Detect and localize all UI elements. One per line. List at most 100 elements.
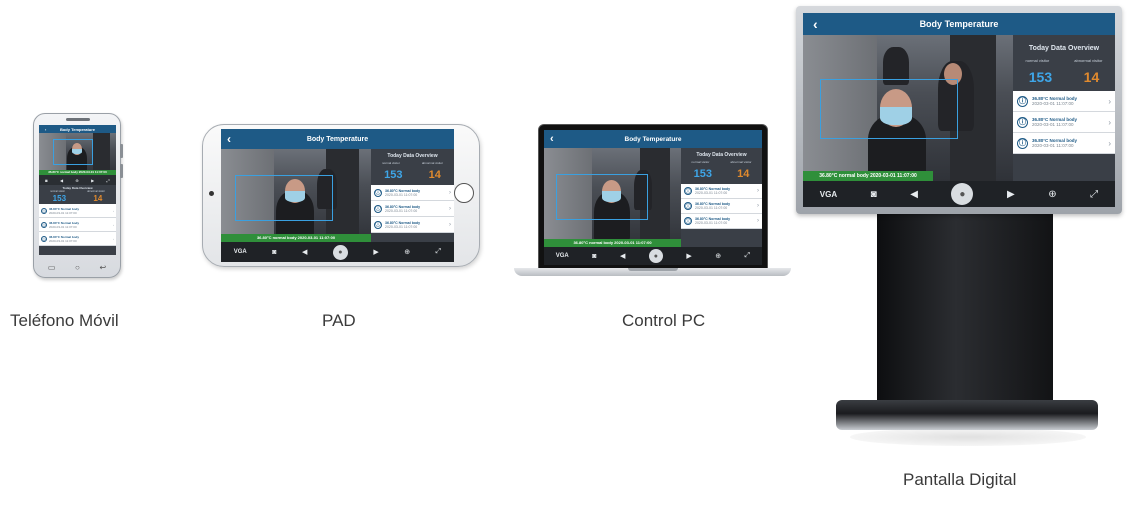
record-time: 2020-03-01 11:07:00 — [695, 206, 728, 210]
camera-icon[interactable]: ◙ — [871, 189, 877, 200]
overview-title: Today Data Overview — [1028, 45, 1100, 52]
app-title: Body Temperature — [919, 19, 999, 29]
thermometer-icon: ⓘ — [41, 207, 47, 214]
digital-display-device: ‹ Body Temperature 36.80°C normal body 2… — [796, 6, 1122, 214]
thermometer-icon: ⓘ — [374, 220, 382, 229]
record-time: 2020-03-01 11:07:00 — [695, 221, 728, 225]
record-time: 2020-03-01 11:07:00 — [49, 224, 77, 229]
face-detection-box — [235, 175, 333, 221]
record-item[interactable]: ⓘ 36.80°C Normal body 2020-03-01 11:07:00… — [681, 184, 762, 199]
record-item[interactable]: ⓘ 36.80°C Normal body 2020-03-01 11:07:00… — [39, 218, 116, 232]
record-time: 2020-03-01 11:07:00 — [385, 208, 418, 213]
pc-caption: Control PC — [622, 311, 706, 330]
record-time: 2020-03-01 11:07:00 — [1032, 101, 1074, 106]
phone-side-button — [120, 144, 123, 158]
fullscreen-icon[interactable]: ⤢ — [436, 248, 442, 256]
chevron-right-icon: › — [757, 218, 759, 224]
record-item[interactable]: ⓘ 36.80°C Normal body 2020-03-01 11:07:00… — [371, 201, 454, 217]
kiosk-base — [836, 400, 1098, 430]
control-toolbar: VGA ◙ ◀ ● ▶ ⊕ ⤢ — [221, 242, 454, 262]
record-item[interactable]: ⓘ 36.80°C Normal body 2020-03-01 11:07:00… — [1013, 133, 1115, 154]
zoom-icon[interactable]: ⊕ — [1048, 189, 1056, 200]
tablet-camera — [209, 191, 214, 196]
record-time: 2020-03-01 11:07:00 — [385, 192, 418, 197]
record-item[interactable]: ⓘ 36.80°C Normal body 2020-03-01 11:07:00… — [39, 232, 116, 246]
fullscreen-icon[interactable]: ⤢ — [745, 252, 751, 260]
capture-stamp: 36.80°C normal body 2020-03-01 11:07:00 — [803, 171, 933, 181]
microphone-icon[interactable]: ● — [648, 249, 663, 263]
home-icon[interactable]: ○ — [75, 263, 80, 272]
record-item[interactable]: ⓘ 36.80°C Normal body 2020-03-01 11:07:00… — [681, 199, 762, 214]
chevron-left-icon[interactable]: ‹ — [550, 133, 554, 145]
tablet-home-button — [454, 183, 474, 203]
camera-icon[interactable]: ◙ — [272, 249, 276, 256]
camera-feed: 36.80°C normal body 2020-03-01 11:07:00 — [221, 149, 371, 242]
record-time: 2020-03-01 11:07:00 — [49, 238, 77, 243]
record-item[interactable]: ⓘ 36.80°C Normal body 2020-03-01 11:07:00… — [1013, 112, 1115, 133]
vga-button[interactable]: VGA — [234, 249, 247, 255]
thermometer-icon: ⓘ — [374, 204, 382, 213]
record-item[interactable]: ⓘ 36.80°C Normal body 2020-03-01 11:07:00… — [371, 185, 454, 201]
thermometer-icon: ⓘ — [374, 188, 382, 197]
chevron-right-icon: › — [757, 203, 759, 209]
chevron-left-icon[interactable]: ‹ — [45, 127, 46, 132]
microphone-icon[interactable]: ● — [332, 244, 348, 260]
normal-count: 153 — [1028, 69, 1053, 85]
pad-caption: PAD — [322, 311, 356, 330]
vga-button[interactable]: VGA — [820, 190, 837, 199]
thermometer-icon: ⓘ — [41, 235, 47, 242]
overview-panel: Today Data Overview normal visitor abnor… — [1013, 35, 1115, 181]
app-header: ‹ Body Temperature — [39, 125, 116, 133]
menu-icon[interactable]: ▭ — [48, 263, 56, 272]
chevron-right-icon: › — [1108, 96, 1111, 106]
display-screen: ‹ Body Temperature 36.80°C normal body 2… — [803, 13, 1115, 207]
chevron-left-icon[interactable]: ‹ — [813, 16, 818, 32]
chevron-right-icon: › — [1108, 138, 1111, 148]
video-record-icon[interactable]: ▶ — [91, 178, 94, 183]
record-item[interactable]: ⓘ 36.80°C Normal body 2020-03-01 11:07:00… — [1013, 91, 1115, 112]
microphone-icon[interactable]: ● — [951, 183, 974, 205]
fullscreen-icon[interactable]: ⤢ — [1090, 189, 1098, 200]
chevron-right-icon: › — [449, 205, 451, 212]
speaker-icon[interactable]: ◀ — [910, 189, 918, 200]
speaker-icon[interactable]: ◀ — [620, 252, 625, 260]
normal-count: 153 — [693, 168, 712, 180]
zoom-icon[interactable]: ⊕ — [404, 248, 410, 256]
overview-title: Today Data Overview — [387, 153, 438, 159]
thermometer-icon: ⓘ — [684, 217, 692, 225]
camera-feed: 36.80°C normal body 2020-03-01 11:07:00 — [39, 133, 116, 175]
video-record-icon[interactable]: ▶ — [373, 248, 378, 256]
fullscreen-icon[interactable]: ⤢ — [107, 178, 110, 183]
thermometer-icon: ⓘ — [684, 187, 692, 195]
thermometer-icon: ⓘ — [1017, 137, 1028, 149]
record-item[interactable]: ⓘ 36.80°C Normal body 2020-03-01 11:07:00… — [371, 217, 454, 233]
abnormal-count: 14 — [428, 169, 441, 181]
abnormal-count: 14 — [93, 194, 103, 203]
record-item[interactable]: ⓘ 36.80°C Normal body 2020-03-01 11:07:00… — [681, 214, 762, 229]
app-title: Body Temperature — [306, 135, 369, 143]
camera-icon[interactable]: ◙ — [592, 253, 596, 260]
app-header: ‹ Body Temperature — [544, 130, 762, 148]
app-title: Body Temperature — [59, 126, 96, 132]
camera-icon[interactable]: ◙ — [45, 178, 47, 183]
control-toolbar: ◙ ◀ ⊕ ▶ ⤢ — [39, 175, 116, 185]
record-item[interactable]: ⓘ 36.80°C Normal body 2020-03-01 11:07:00… — [39, 204, 116, 218]
tablet-device: ‹ Body Temperature 36.80°C normal body 2… — [202, 124, 480, 267]
chevron-left-icon[interactable]: ‹ — [227, 132, 231, 146]
vga-button[interactable]: VGA — [556, 253, 569, 259]
speaker-icon[interactable]: ◀ — [60, 178, 63, 183]
phone-side-button — [120, 164, 123, 178]
zoom-icon[interactable]: ⊕ — [75, 178, 78, 183]
video-record-icon[interactable]: ▶ — [686, 252, 691, 260]
video-record-icon[interactable]: ▶ — [1007, 189, 1015, 200]
overview-panel: Today Data Overview normal visitor abnor… — [39, 185, 116, 255]
zoom-icon[interactable]: ⊕ — [715, 252, 721, 260]
speaker-icon[interactable]: ◀ — [302, 248, 307, 256]
back-icon[interactable]: ↩ — [99, 263, 106, 272]
face-detection-box — [820, 79, 958, 139]
app-header: ‹ Body Temperature — [221, 129, 454, 149]
abnormal-count: 14 — [1083, 69, 1100, 85]
app-header: ‹ Body Temperature — [803, 13, 1115, 35]
phone-caption: Teléfono Móvil — [10, 311, 119, 330]
chevron-right-icon: › — [757, 188, 759, 194]
